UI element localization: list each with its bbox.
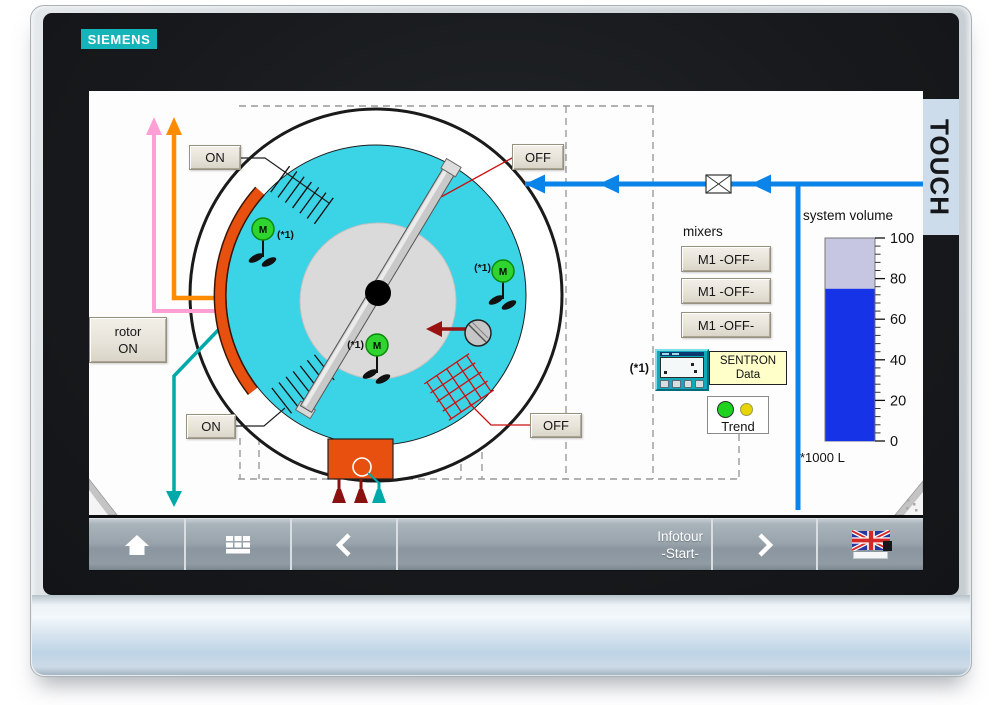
nav-home-button[interactable] [89, 519, 186, 570]
flag-paper [853, 552, 888, 559]
trend-button[interactable]: Trend [707, 396, 769, 434]
home-icon [124, 534, 149, 555]
touch-label-strip: TOUCH [919, 99, 959, 235]
nav-back-button[interactable] [292, 519, 398, 570]
nav-screens-overview-button[interactable] [186, 519, 292, 570]
gauge-title: system volume [803, 208, 893, 223]
sentron-data-line2: Data [735, 369, 761, 381]
mixer-2-button[interactable]: M1 -OFF- [681, 278, 771, 304]
svg-text:(*1): (*1) [347, 339, 364, 351]
rotor-off-top-button[interactable]: OFF [512, 144, 564, 170]
hmi-panel-device: SIEMENS TOUCH M (*1) M (*1) M (*1) syste… [30, 5, 972, 677]
svg-text:80: 80 [890, 272, 906, 288]
nav-infotour-button[interactable]: Infotour -Start- [398, 519, 713, 570]
yellow-lamp-icon [740, 403, 753, 416]
drain-valves [332, 479, 386, 503]
sentron-data-button[interactable]: SENTRON Data [709, 351, 787, 385]
trend-button-label: Trend [721, 419, 755, 434]
svg-text:0: 0 [890, 434, 898, 450]
flag-notch [882, 541, 892, 551]
language-flag-group [851, 530, 892, 559]
grid-keyboard-icon [226, 535, 250, 553]
sentron-icon-display [660, 357, 704, 378]
mixers-label: mixers [683, 224, 723, 239]
svg-text:(*1): (*1) [474, 262, 491, 274]
pipe-valve-icon [705, 174, 732, 194]
svg-text:20: 20 [890, 393, 906, 409]
touch-label: TOUCH [924, 118, 955, 216]
hmi-screen: M (*1) M (*1) M (*1) system volume 100 8… [89, 91, 923, 571]
green-lamp-icon [717, 401, 734, 418]
svg-text:60: 60 [890, 312, 906, 328]
tank-sump [327, 438, 394, 484]
sentron-meter-icon [655, 349, 709, 391]
nav-language-button[interactable] [818, 519, 923, 570]
photo-background: SIEMENS TOUCH M (*1) M (*1) M (*1) syste… [0, 0, 1000, 705]
gauge-fill-bar [825, 288, 875, 442]
rotor-status-line2: ON [118, 341, 138, 356]
chevron-right-icon [757, 532, 773, 557]
siemens-logo: SIEMENS [81, 29, 157, 49]
rotor-on-bottom-button[interactable]: ON [186, 414, 236, 439]
svg-text:M: M [499, 267, 507, 278]
page-fold-right [894, 480, 923, 515]
nav-forward-button[interactable] [713, 519, 818, 570]
svg-text:40: 40 [890, 353, 906, 369]
trend-lamps [708, 397, 768, 418]
system-volume-gauge: system volume 100 80 60 40 20 0 *1000 L [800, 208, 914, 465]
svg-text:(*1): (*1) [277, 229, 294, 241]
sentron-icon-header [660, 352, 704, 357]
infotour-label-line1: Infotour [657, 528, 703, 544]
svg-text:M: M [259, 225, 267, 236]
page-fold-left [89, 478, 118, 515]
rotor-on-top-button[interactable]: ON [189, 145, 241, 170]
sentron-data-line1: SENTRON [719, 355, 777, 367]
front-bezel: SIEMENS TOUCH M (*1) M (*1) M (*1) syste… [43, 13, 959, 595]
chevron-left-icon [335, 532, 351, 557]
schematic-page: M (*1) M (*1) M (*1) system volume 100 8… [89, 91, 923, 515]
gauge-unit: *1000 L [800, 450, 845, 465]
svg-text:M: M [373, 341, 381, 352]
navigation-bar: Infotour -Start- [89, 518, 923, 570]
gauge-minor-ticks [875, 245, 881, 434]
svg-text:100: 100 [890, 231, 914, 247]
sentron-icon-keys [660, 380, 704, 388]
rake-center-hub [365, 280, 391, 306]
rotor-status-button[interactable]: rotor ON [89, 317, 167, 363]
mixer-3-button[interactable]: M1 -OFF- [681, 312, 771, 338]
infotour-label-line2: -Start- [661, 545, 699, 561]
sentron-note: (*1) [630, 361, 649, 375]
rotor-off-bottom-button[interactable]: OFF [530, 413, 582, 438]
rotor-status-line1: rotor [114, 324, 142, 339]
mixer-1-button[interactable]: M1 -OFF- [681, 246, 771, 272]
signal-lines [146, 117, 226, 507]
device-chin [32, 595, 970, 675]
